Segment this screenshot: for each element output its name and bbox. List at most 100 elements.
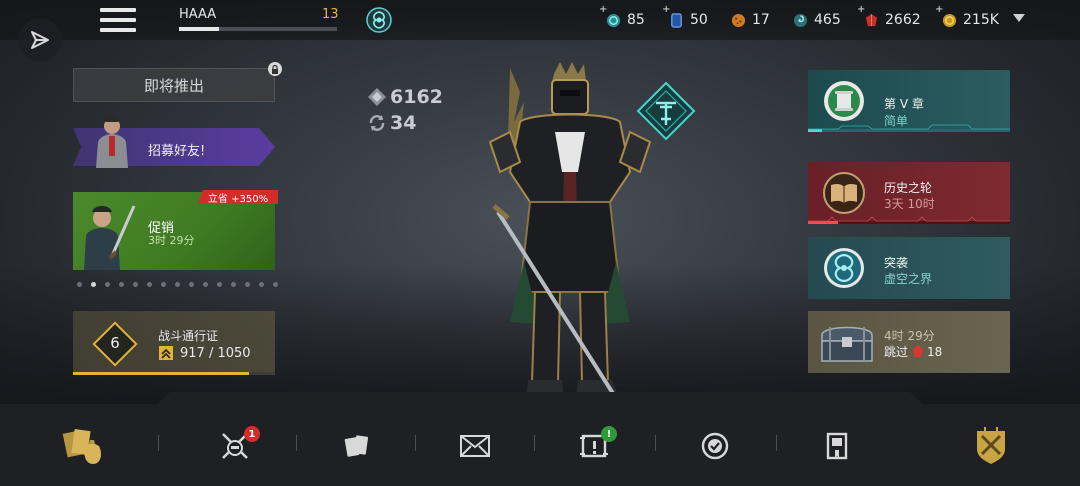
wheel-of-history-panel[interactable]: 历史之轮 3天 10时 xyxy=(808,162,1010,224)
card-deck-icon xyxy=(344,435,369,457)
currency-spiral[interactable]: 465 xyxy=(793,10,841,30)
battle-pass-progress-bar xyxy=(73,372,275,375)
carousel-dot[interactable] xyxy=(273,282,278,287)
nav-cards-loot-button[interactable] xyxy=(58,421,108,471)
spiral-orb-icon xyxy=(793,13,808,27)
xp-bar xyxy=(179,27,337,31)
battle-pass-xp-value: 917 / 1050 xyxy=(180,345,251,361)
nav-codex-button[interactable] xyxy=(812,421,862,471)
battle-pass-progress-fill xyxy=(73,372,250,375)
chest-panel[interactable]: 4时 29分 跳过 18 xyxy=(808,311,1010,373)
carousel-dot[interactable] xyxy=(259,282,264,287)
hero-power: 6162 xyxy=(367,86,443,108)
nav-separator xyxy=(158,435,159,451)
chevron-down-icon[interactable] xyxy=(1013,14,1025,22)
skip-cost: 18 xyxy=(927,344,943,359)
carousel-dots[interactable] xyxy=(77,282,278,287)
carousel-dot[interactable] xyxy=(91,282,96,287)
raid-title: 突袭 xyxy=(884,256,909,270)
promo-timer: 3时 29分 xyxy=(148,234,195,247)
xp-bar-fill xyxy=(179,27,219,31)
skip-label: 跳过 xyxy=(884,345,909,359)
recruit-hero-portrait-icon xyxy=(96,115,128,168)
nav-mail-button[interactable] xyxy=(450,421,500,471)
nav-clan-button[interactable] xyxy=(966,421,1016,471)
gold-value: 215K xyxy=(963,12,999,28)
menu-button[interactable] xyxy=(100,8,136,32)
energy-value: 85 xyxy=(627,12,645,28)
nav-separator xyxy=(534,435,535,451)
open-book-icon xyxy=(823,172,865,214)
hamburger-icon-line xyxy=(100,8,136,12)
hero-upgrades-value: 34 xyxy=(390,112,417,134)
currency-cookies[interactable]: 17 xyxy=(731,10,770,30)
raid-location: 虚空之界 xyxy=(884,272,933,286)
carousel-dot[interactable] xyxy=(231,282,236,287)
hero-power-value: 6162 xyxy=(390,86,443,108)
events-notification-badge: ! xyxy=(601,426,617,442)
carousel-dot[interactable] xyxy=(175,282,180,287)
cards-and-loot-bag-icon xyxy=(62,429,101,464)
card-icon xyxy=(671,12,682,28)
spiral-value: 465 xyxy=(814,12,841,28)
ruby-icon xyxy=(913,345,924,357)
cookies-value: 17 xyxy=(752,12,770,28)
skip-timer-button[interactable]: 跳过 18 xyxy=(884,343,942,360)
clan-shield-icon xyxy=(977,427,1005,464)
hamburger-icon-line xyxy=(100,18,136,22)
carousel-dot[interactable] xyxy=(217,282,222,287)
carousel-dot[interactable] xyxy=(105,282,110,287)
nav-collection-button[interactable] xyxy=(332,421,382,471)
checkmark-circle-icon xyxy=(701,432,729,460)
carousel-dot[interactable] xyxy=(189,282,194,287)
carousel-dot[interactable] xyxy=(161,282,166,287)
envelope-icon xyxy=(460,435,490,457)
invite-friends-label: 招募好友! xyxy=(148,144,206,159)
battle-pass-title: 战斗通行证 xyxy=(158,329,219,343)
add-plus-icon[interactable]: + xyxy=(599,4,607,15)
hero-class-emblem-icon[interactable] xyxy=(634,79,698,143)
cards-value: 50 xyxy=(690,12,708,28)
hero-upgrades: 34 xyxy=(367,112,416,134)
carousel-dot[interactable] xyxy=(119,282,124,287)
nav-separator xyxy=(655,435,656,451)
battle-pass-xp: 917 / 1050 xyxy=(158,345,251,361)
carousel-dot[interactable] xyxy=(245,282,250,287)
carousel-dot[interactable] xyxy=(77,282,82,287)
raid-panel[interactable]: 突袭 虚空之界 xyxy=(808,237,1010,299)
chapter-progress-strip xyxy=(808,124,1010,132)
currency-rubies[interactable]: + 2662 xyxy=(857,4,921,30)
share-button[interactable] xyxy=(18,18,62,62)
nav-quests-button[interactable] xyxy=(690,421,740,471)
chapter-panel[interactable]: 第 V 章 简单 xyxy=(808,70,1010,132)
coming-soon-label: 即将推出 xyxy=(143,76,204,95)
carousel-dot[interactable] xyxy=(147,282,152,287)
player-name[interactable]: HAAA xyxy=(179,7,216,22)
history-title: 历史之轮 xyxy=(884,181,933,195)
player-level: 13 xyxy=(322,7,339,22)
currency-cards[interactable]: + 50 xyxy=(662,4,708,30)
nav-separator xyxy=(415,435,416,451)
armored-knight-hero-figure[interactable] xyxy=(480,62,660,420)
currency-gold[interactable]: + 215K xyxy=(935,4,999,30)
refresh-arrows-icon xyxy=(369,115,385,131)
clan-emblem-icon[interactable] xyxy=(366,7,392,33)
battle-pass-level: 6 xyxy=(110,334,120,352)
add-plus-icon[interactable]: + xyxy=(662,4,670,15)
gold-coin-icon xyxy=(942,13,957,27)
history-timer: 3天 10时 xyxy=(884,197,935,211)
currency-energy[interactable]: + 85 xyxy=(599,4,645,30)
carousel-dot[interactable] xyxy=(203,282,208,287)
promo-hero-portrait-icon xyxy=(84,205,136,270)
ruby-icon xyxy=(865,13,878,26)
add-plus-icon[interactable]: + xyxy=(935,4,943,15)
void-portal-icon xyxy=(824,248,864,288)
carousel-dot[interactable] xyxy=(133,282,138,287)
energy-orb-icon xyxy=(606,13,621,27)
chevron-rank-icon xyxy=(159,346,173,360)
hamburger-icon-line xyxy=(100,28,136,32)
add-plus-icon[interactable]: + xyxy=(857,4,865,15)
coming-soon-panel[interactable]: 即将推出 xyxy=(73,68,275,102)
lock-icon xyxy=(268,62,282,76)
history-progress-strip xyxy=(808,216,1010,224)
